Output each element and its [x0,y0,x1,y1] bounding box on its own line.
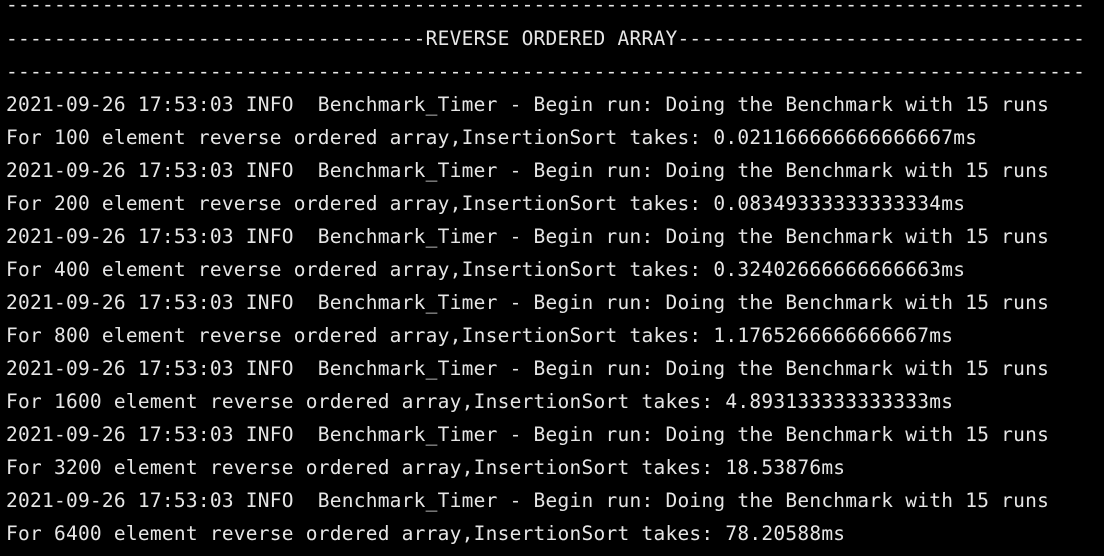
log-line: 2021-09-26 17:53:03 INFO Benchmark_Timer… [6,489,1050,512]
log-line: 2021-09-26 17:53:03 INFO Benchmark_Timer… [6,225,1050,248]
separator-line: ----------------------------------------… [6,0,1086,16]
result-line: For 400 element reverse ordered array,In… [6,258,966,281]
section-header: -----------------------------------REVER… [6,27,1086,50]
result-line: For 6400 element reverse ordered array,I… [6,522,846,545]
result-line: For 3200 element reverse ordered array,I… [6,456,846,479]
result-line: For 1600 element reverse ordered array,I… [6,390,954,413]
log-line: 2021-09-26 17:53:03 INFO Benchmark_Timer… [6,159,1050,182]
log-line: 2021-09-26 17:53:03 INFO Benchmark_Timer… [6,93,1050,116]
result-line: For 200 element reverse ordered array,In… [6,192,966,215]
terminal-output[interactable]: ----------------------------------------… [6,0,1100,556]
result-line: For 800 element reverse ordered array,In… [6,324,954,347]
log-line: 2021-09-26 17:53:03 INFO Benchmark_Timer… [6,357,1050,380]
log-line: 2021-09-26 17:53:03 INFO Benchmark_Timer… [6,423,1050,446]
result-line: For 100 element reverse ordered array,In… [6,126,978,149]
log-line: 2021-09-26 17:53:03 INFO Benchmark_Timer… [6,291,1050,314]
separator-line: ----------------------------------------… [6,60,1086,83]
